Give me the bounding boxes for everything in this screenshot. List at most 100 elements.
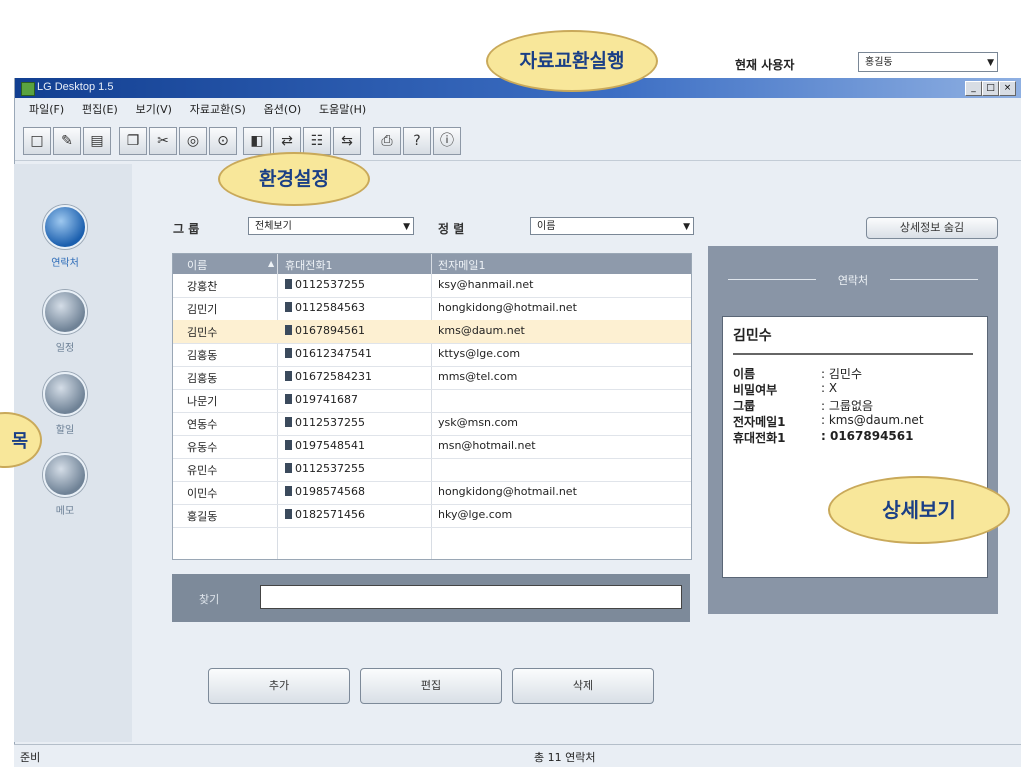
phone-number: 0112537255	[295, 416, 365, 429]
maximize-button[interactable]: □	[982, 81, 999, 96]
table-row[interactable]: 강홍찬 0112537255 ksy@hanmail.net	[173, 274, 691, 298]
sidebar-item-label: 연락처	[51, 258, 79, 269]
field-label: 휴대전화1	[733, 431, 786, 445]
group-select[interactable]: 전체보기 ▼	[248, 217, 414, 235]
cell-email: hky@lge.com	[438, 508, 513, 521]
group-label: 그 룹	[173, 222, 200, 236]
table-row[interactable]: 이민수 0198574568 hongkidong@hotmail.net	[173, 481, 691, 505]
toolbar: □ ✎ ▤ ❐ ✂ ◎ ⊙ ◧ ⇄ ☷ ⇆ ⎙ ? ⓘ	[15, 122, 1021, 161]
new-icon[interactable]: □	[23, 127, 51, 155]
sidebar-item-contacts[interactable]: 연락처	[42, 205, 88, 269]
delete-button[interactable]: 삭제	[512, 668, 654, 704]
callout-settings: 환경설정	[218, 152, 370, 206]
table-row[interactable]: 유동수 0197548541 msn@hotmail.net	[173, 435, 691, 459]
menu-exchange[interactable]: 자료교환(S)	[190, 101, 246, 117]
detail-panel: 연락처 김민수 이름 : 김민수 비밀여부 : X 그룹 : 그룹없음 전자메일…	[708, 246, 998, 614]
find-icon[interactable]: ⊙	[209, 127, 237, 155]
copy-icon[interactable]: ❐	[119, 127, 147, 155]
table-row[interactable]: 연동수 0112537255 ysk@msn.com	[173, 412, 691, 436]
import-icon[interactable]: ◧	[243, 127, 271, 155]
sidebar-item-label: 메모	[55, 506, 75, 517]
column-header-phone[interactable]: 휴대전화1	[285, 257, 332, 273]
phone-number: 0112584563	[295, 301, 365, 314]
cell-name: 유동수	[187, 441, 218, 454]
cell-name: 나문기	[187, 395, 218, 408]
phone-number: 01672584231	[295, 370, 372, 383]
phone-number: 0112537255	[295, 462, 365, 475]
field-label: 비밀여부	[733, 383, 778, 397]
menu-file[interactable]: 파일(F)	[29, 101, 64, 117]
cell-name: 강홍찬	[187, 280, 218, 293]
current-user-select[interactable]: 홍길동 ▼	[858, 52, 998, 72]
cell-name: 유민수	[187, 464, 218, 477]
field-value: : kms@daum.net	[821, 413, 924, 427]
divider	[733, 353, 973, 355]
cell-phone: 0198574568	[285, 485, 365, 498]
minimize-button[interactable]: _	[965, 81, 982, 96]
cell-email: kms@daum.net	[438, 324, 525, 337]
chevron-down-icon: ▼	[683, 222, 690, 232]
menu-edit[interactable]: 편집(E)	[82, 101, 118, 117]
table-row[interactable]: 김홍동 01612347541 kttys@lge.com	[173, 343, 691, 367]
memo-nav-icon	[43, 453, 87, 497]
edit-icon[interactable]: ✎	[53, 127, 81, 155]
cell-email: mms@tel.com	[438, 370, 518, 383]
contacts-table: 이름 ▲ 휴대전화1 전자메일1 강홍찬 0112537255 ksy@hanmai…	[172, 253, 692, 560]
contacts-icon[interactable]: ☷	[303, 127, 331, 155]
close-button[interactable]: ×	[999, 81, 1016, 96]
sidebar-item-schedule[interactable]: 일정	[42, 290, 88, 354]
mobile-phone-icon	[285, 417, 292, 427]
mobile-phone-icon	[285, 302, 292, 312]
sync-icon[interactable]: ⇄	[273, 127, 301, 155]
print-icon[interactable]: ⎙	[373, 127, 401, 155]
add-button[interactable]: 추가	[208, 668, 350, 704]
sidebar-item-label: 일정	[55, 343, 75, 354]
cell-phone: 019741687	[285, 393, 358, 406]
sidebar-item-memo[interactable]: 메모	[42, 453, 88, 517]
cell-email: msn@hotmail.net	[438, 439, 536, 452]
sort-select[interactable]: 이름 ▼	[530, 217, 694, 235]
cell-name: 김홍동	[187, 349, 218, 362]
sidebar-item-todo[interactable]: 할일	[42, 372, 88, 436]
mobile-phone-icon	[285, 440, 292, 450]
table-row[interactable]: 홍길동 0182571456 hky@lge.com	[173, 504, 691, 528]
cell-email: hongkidong@hotmail.net	[438, 301, 577, 314]
cut-icon[interactable]: ✂	[149, 127, 177, 155]
table-row[interactable]: 김홍동 01672584231 mms@tel.com	[173, 366, 691, 390]
menu-view[interactable]: 보기(V)	[136, 101, 172, 117]
table-row[interactable]: 유민수 0112537255	[173, 458, 691, 482]
column-header-email[interactable]: 전자메일1	[438, 257, 485, 273]
help-icon[interactable]: ?	[403, 127, 431, 155]
cell-email: kttys@lge.com	[438, 347, 521, 360]
detail-toggle-button[interactable]: 상세정보 숨김	[866, 217, 998, 239]
phone-number: 0197548541	[295, 439, 365, 452]
column-header-name[interactable]: 이름	[187, 257, 207, 273]
table-row[interactable]: 나문기 019741687	[173, 389, 691, 413]
paste-icon[interactable]: ▤	[83, 127, 111, 155]
field-value: : 0167894561	[821, 429, 914, 443]
search-input[interactable]	[260, 585, 682, 609]
cell-phone: 01672584231	[285, 370, 372, 383]
table-row[interactable]: 김민기 0112584563 hongkidong@hotmail.net	[173, 297, 691, 321]
sidebar-item-label: 할일	[55, 425, 75, 436]
phone-number: 0167894561	[295, 324, 365, 337]
group-value: 전체보기	[255, 221, 292, 232]
callout-detail-view: 상세보기	[828, 476, 1010, 544]
sort-arrow-icon: ▲	[268, 259, 275, 268]
phone-number: 0198574568	[295, 485, 365, 498]
search-label: 찾기	[199, 593, 220, 606]
print-preview-icon[interactable]: ◎	[179, 127, 207, 155]
edit-button[interactable]: 편집	[360, 668, 502, 704]
table-row[interactable]: 김민수 0167894561 kms@daum.net	[173, 320, 691, 344]
cell-name: 김홍동	[187, 372, 218, 385]
menu-options[interactable]: 옵션(O)	[264, 101, 301, 117]
field-value: : 김민수	[821, 367, 862, 381]
menu-help[interactable]: 도움말(H)	[319, 101, 366, 117]
table-header: 이름 ▲ 휴대전화1 전자메일1	[173, 254, 691, 274]
cell-phone: 01612347541	[285, 347, 372, 360]
about-icon[interactable]: ⓘ	[433, 127, 461, 155]
phone-number: 01612347541	[295, 347, 372, 360]
exchange-icon[interactable]: ⇆	[333, 127, 361, 155]
field-label: 이름	[733, 367, 756, 381]
mobile-phone-icon	[285, 463, 292, 473]
